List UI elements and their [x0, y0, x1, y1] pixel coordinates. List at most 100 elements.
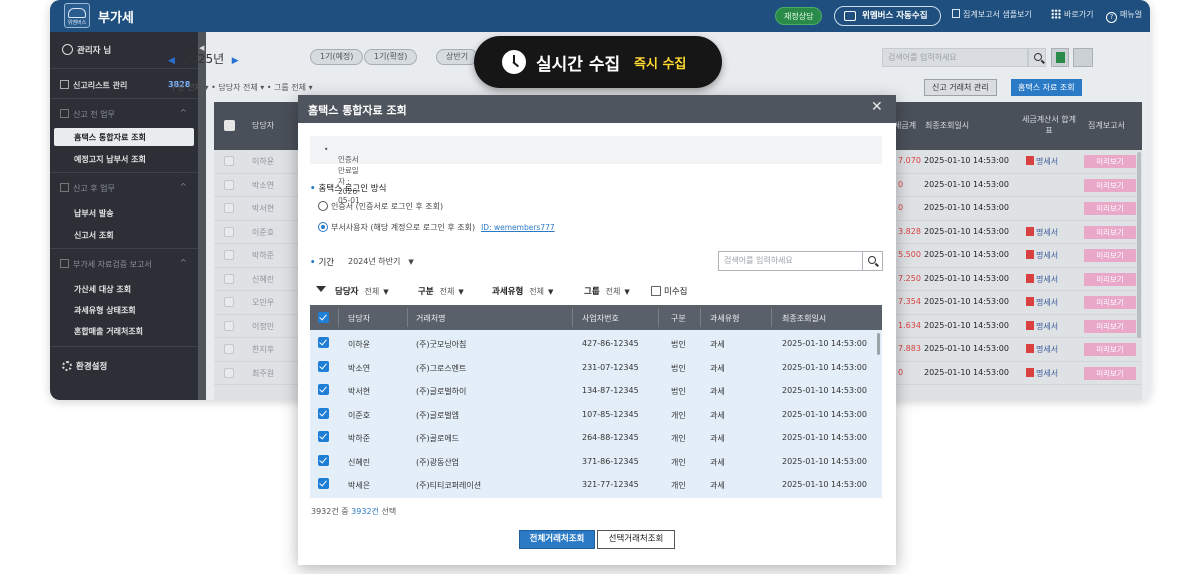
filter-category[interactable]: 구분 전체 ▼ [418, 285, 464, 297]
filter-taxtype[interactable]: 과세유형 전체 ▼ [492, 285, 553, 297]
radio-cert[interactable]: 인증서 (인증서로 로그인 후 조회) [318, 201, 443, 212]
filter-manager[interactable]: 담당자 전체 ▼ [335, 285, 389, 297]
row-checkbox[interactable] [224, 179, 234, 190]
radio-cert-circle[interactable] [318, 201, 328, 211]
row-checkbox[interactable] [224, 297, 234, 307]
hometax-query-button[interactable]: 홈택스 자료 조회 [1011, 79, 1082, 96]
row-checkbox[interactable] [318, 478, 329, 489]
row-checkbox[interactable] [224, 203, 234, 213]
preview-button[interactable]: 미리보기 [1084, 178, 1136, 192]
preview-button[interactable]: 미리보기 [1084, 366, 1136, 380]
next-year-icon[interactable]: ▶ [232, 56, 239, 66]
preview-button[interactable]: 미리보기 [1084, 225, 1136, 239]
filter-uncollected[interactable]: 미수집 [651, 285, 687, 297]
year-selector[interactable]: ◀ 2025년 ▶ [168, 50, 239, 67]
chevron-up-icon[interactable]: ^ [180, 108, 187, 117]
chevron-up-icon[interactable]: ^ [180, 258, 187, 267]
report-client-button[interactable]: 신고 거래처 관리 [924, 79, 997, 96]
col-last-query[interactable]: 최종조회일시 [925, 120, 969, 131]
manual-link[interactable]: ? 매뉴얼 [1106, 9, 1142, 23]
row-checkbox[interactable] [224, 273, 234, 284]
sidebar-item-report-list[interactable]: 신고리스트 관리 [60, 80, 127, 91]
client-row[interactable]: 이하윤 (주)굿모닝아침 427-86-12345 법인 과세 2025-01-10 14… [310, 332, 872, 356]
row-checkbox[interactable] [318, 384, 329, 395]
period-tab-2[interactable]: 1기(확정) [364, 49, 418, 65]
auto-collect-button[interactable]: 위멤버스 자동수집 [834, 6, 941, 26]
sidebar-section-before[interactable]: 신고 전 업무 [60, 109, 115, 120]
sidebar-item-report-view[interactable]: 신고서 조회 [74, 230, 114, 241]
select-all-checkbox[interactable] [318, 312, 329, 323]
sidebar-item-settings[interactable]: 환경설정 [62, 360, 107, 372]
print-button[interactable] [1073, 48, 1093, 67]
client-row[interactable]: 박소연 (주)그로스멘트 231-07-12345 법인 과세 2025-01-10 14… [310, 356, 872, 380]
row-checkbox[interactable] [224, 320, 234, 331]
sidebar-user[interactable]: 관리자 님 [62, 44, 111, 56]
statement-link[interactable]: 명세서 [1026, 320, 1058, 332]
main-search-input[interactable]: 검색어를 입력하세요 [882, 48, 1028, 67]
sidebar-item-mixed[interactable]: 혼합매출 거래처조회 [74, 326, 143, 337]
row-checkbox[interactable] [318, 337, 329, 348]
row-checkbox[interactable] [318, 454, 329, 466]
preview-button[interactable]: 미리보기 [1084, 296, 1136, 309]
row-checkbox[interactable] [318, 431, 329, 442]
sidebar-item-hometax[interactable]: 홈택스 통합자료 조회 [54, 128, 194, 146]
row-checkbox[interactable] [318, 360, 329, 372]
report-sample-link[interactable]: 집계보고서 샘플보기 [952, 9, 1032, 20]
client-row[interactable]: 이준호 (주)글로벌엠 107-85-12345 개인 과세 2025-01-10 14:… [310, 403, 872, 427]
statement-link[interactable]: 명세서 [1026, 273, 1058, 285]
filter-group[interactable]: 그룹 전체 ▼ [584, 285, 630, 297]
close-icon[interactable]: ✕ [871, 99, 883, 115]
statement-link[interactable]: 명세서 [1026, 226, 1058, 238]
modal-search-input[interactable]: 검색어를 입력하세요 [718, 251, 863, 271]
main-search-button[interactable] [1028, 48, 1046, 67]
period-select[interactable]: 2024년 하반기 ▼ [348, 256, 414, 267]
preview-button[interactable]: 미리보기 [1084, 272, 1136, 286]
row-checkbox[interactable] [224, 367, 234, 378]
sidebar-item-prepay[interactable]: 예정고지 납부서 조회 [74, 154, 146, 165]
row-checkbox[interactable] [224, 344, 234, 354]
sidebar-item-taxtype[interactable]: 과세유형 상태조회 [74, 305, 136, 316]
user-icon [62, 44, 73, 55]
modal-search-button[interactable] [863, 251, 883, 271]
client-table-scrollbar[interactable] [877, 333, 880, 355]
period-tab-1[interactable]: 1기(예정) [310, 49, 364, 65]
chevron-up-icon[interactable]: ^ [180, 182, 187, 191]
period-tab-3[interactable]: 상반기 [436, 49, 479, 65]
client-row[interactable]: 신혜린 (주)광동산업 371-86-12345 개인 과세 2025-01-10 14:… [310, 450, 872, 474]
main-grid-select-all[interactable] [224, 120, 235, 131]
row-checkbox[interactable] [224, 226, 234, 237]
preview-button[interactable]: 미리보기 [1084, 155, 1136, 168]
app-logo[interactable]: 위멤버스 [64, 3, 90, 28]
client-row[interactable]: 박하준 (주)골로에드 264-88-12345 개인 과세 2025-01-10 14:… [310, 426, 872, 450]
row-checkbox[interactable] [224, 156, 234, 166]
preview-button[interactable]: 미리보기 [1084, 249, 1136, 262]
sidebar-section-verify[interactable]: 부가세 자료검증 보고서 [60, 259, 152, 270]
client-row[interactable]: 박서현 (주)글로벌하이 134-87-12345 법인 과세 2025-01-10 14… [310, 379, 872, 403]
statement-link[interactable]: 명세서 [1026, 367, 1058, 379]
statement-link[interactable]: 명세서 [1026, 344, 1058, 355]
uncollected-checkbox[interactable] [651, 286, 661, 296]
preview-button[interactable]: 미리보기 [1084, 319, 1136, 333]
consult-button[interactable]: 재정상담 [775, 7, 823, 25]
radio-dept-circle[interactable] [318, 222, 328, 232]
client-row[interactable]: 박세은 (주)티티코퍼레이션 321-77-12345 개인 과세 2025-01-10 … [310, 473, 872, 497]
excel-button[interactable] [1051, 48, 1069, 67]
sidebar-item-penalty[interactable]: 가산세 대상 조회 [74, 284, 131, 295]
shortcut-link[interactable]: 바로가기 [1051, 9, 1093, 20]
preview-button[interactable]: 미리보기 [1084, 202, 1136, 215]
sidebar-item-send-bill[interactable]: 납부서 발송 [74, 208, 114, 219]
radio-dept[interactable]: 부서사용자 (해당 계정으로 로그인 후 조회) ID: wemembers777 [318, 222, 555, 233]
dept-id-link[interactable]: ID: wemembers777 [481, 223, 555, 232]
statement-link[interactable]: 명세서 [1026, 297, 1058, 308]
prev-year-icon[interactable]: ◀ [168, 56, 175, 66]
main-grid-scrollbar[interactable] [1137, 152, 1141, 338]
query-all-button[interactable]: 전체거래처조회 [519, 530, 595, 549]
preview-button[interactable]: 미리보기 [1084, 343, 1136, 356]
sidebar-section-after[interactable]: 신고 후 업무 [60, 183, 115, 194]
row-checkbox[interactable] [318, 407, 329, 419]
main-filter-bar[interactable]: 구분 전체 ▾ • 담당자 전체 ▾ • 그룹 전체 ▾ [170, 82, 313, 93]
statement-link[interactable]: 명세서 [1026, 156, 1058, 167]
statement-link[interactable]: 명세서 [1026, 250, 1058, 261]
row-checkbox[interactable] [224, 250, 234, 260]
query-selected-button[interactable]: 선택거래처조회 [597, 530, 675, 549]
